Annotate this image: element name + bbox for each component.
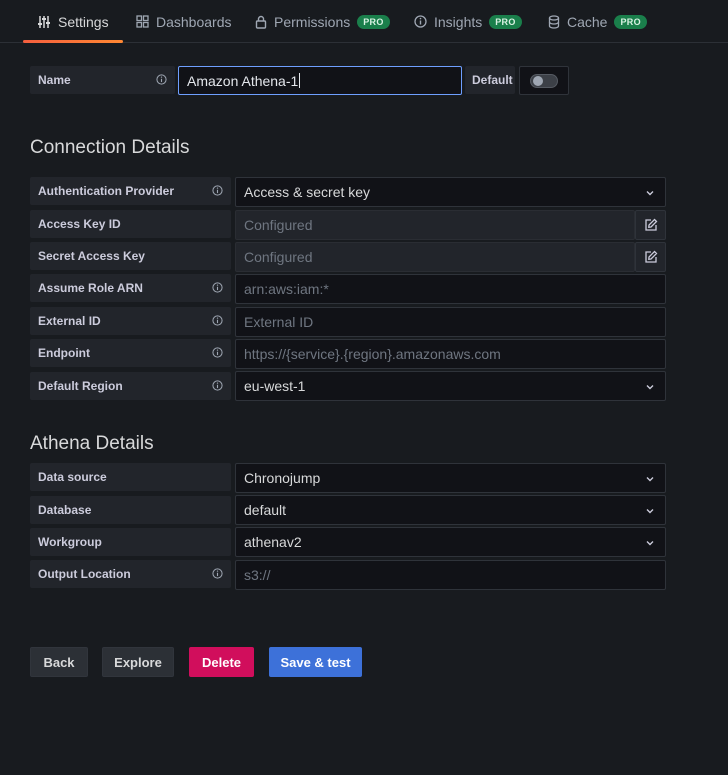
- default-region-value: eu-west-1: [244, 378, 306, 394]
- chevron-down-icon: [646, 477, 654, 482]
- database-icon: [548, 14, 560, 29]
- tab-label: Cache: [567, 13, 608, 30]
- endpoint-placeholder: https://{service}.{region}.amazonaws.com: [244, 346, 501, 362]
- chevron-down-icon: [646, 541, 654, 546]
- database-label-text: Database: [38, 503, 92, 517]
- tab-label: Insights: [434, 13, 483, 30]
- workgroup-label-text: Workgroup: [38, 535, 102, 549]
- pro-badge: PRO: [489, 14, 522, 29]
- info-icon[interactable]: [212, 347, 223, 358]
- workgroup-value: athenav2: [244, 534, 302, 550]
- back-button[interactable]: Back: [30, 647, 88, 677]
- data-source-label-text: Data source: [38, 470, 107, 484]
- output-location-label: Output Location: [30, 560, 231, 588]
- access-key-value: Configured: [244, 217, 313, 233]
- access-key-label: Access Key ID: [30, 210, 231, 238]
- info-icon[interactable]: [212, 380, 223, 391]
- tab-label: Permissions: [274, 13, 351, 30]
- data-source-select[interactable]: Chronojump: [235, 463, 666, 493]
- external-id-placeholder: External ID: [244, 314, 314, 330]
- tab-bar: Settings Dashboards Permissions PRO Insi…: [0, 0, 728, 43]
- delete-button[interactable]: Delete: [189, 647, 254, 677]
- output-location-input[interactable]: s3://: [235, 560, 666, 590]
- auth-provider-label-text: Authentication Provider: [38, 184, 175, 198]
- auth-provider-select[interactable]: Access & secret key: [235, 177, 666, 207]
- athena-details-title: Athena Details: [30, 433, 154, 454]
- tab-label: Dashboards: [156, 13, 232, 30]
- data-source-label: Data source: [30, 463, 231, 491]
- assume-role-placeholder: arn:aws:iam:*: [244, 281, 329, 297]
- edit-icon: [644, 218, 657, 231]
- assume-role-label-text: Assume Role ARN: [38, 281, 143, 295]
- workgroup-label: Workgroup: [30, 528, 231, 556]
- workgroup-select[interactable]: athenav2: [235, 527, 666, 557]
- default-toggle-box: [519, 66, 569, 95]
- endpoint-input[interactable]: https://{service}.{region}.amazonaws.com: [235, 339, 666, 369]
- info-icon[interactable]: [212, 282, 223, 293]
- auth-provider-label: Authentication Provider: [30, 177, 231, 205]
- text-caret: [299, 73, 301, 88]
- tab-settings[interactable]: Settings: [23, 0, 123, 43]
- secret-key-label-text: Secret Access Key: [38, 249, 145, 263]
- connection-details-title: Connection Details: [30, 137, 190, 158]
- endpoint-label: Endpoint: [30, 339, 231, 367]
- edit-icon: [644, 250, 657, 263]
- endpoint-label-text: Endpoint: [38, 346, 90, 360]
- access-key-label-text: Access Key ID: [38, 217, 121, 231]
- info-circle-icon: [414, 15, 427, 28]
- default-region-label: Default Region: [30, 372, 231, 400]
- info-icon[interactable]: [212, 185, 223, 196]
- tab-insights[interactable]: Insights PRO: [414, 0, 522, 43]
- database-value: default: [244, 502, 287, 518]
- sliders-icon: [38, 15, 50, 28]
- database-label: Database: [30, 496, 231, 524]
- external-id-input[interactable]: External ID: [235, 307, 666, 337]
- database-select[interactable]: default: [235, 495, 666, 525]
- name-label-text: Name: [38, 73, 71, 87]
- data-source-value: Chronojump: [244, 470, 321, 486]
- tab-dashboards[interactable]: Dashboards: [136, 0, 232, 43]
- edit-access-key-button[interactable]: [635, 210, 666, 240]
- apps-icon: [136, 15, 149, 28]
- tab-label: Settings: [58, 13, 109, 30]
- tab-permissions[interactable]: Permissions PRO: [255, 0, 390, 43]
- default-label-text: Default: [472, 73, 513, 87]
- chevron-down-icon: [646, 509, 654, 514]
- secret-key-value: Configured: [244, 249, 313, 265]
- external-id-label: External ID: [30, 307, 231, 335]
- info-icon[interactable]: [212, 315, 223, 326]
- chevron-down-icon: [646, 385, 654, 390]
- default-region-select[interactable]: eu-west-1: [235, 371, 666, 401]
- pro-badge: PRO: [614, 14, 647, 29]
- chevron-down-icon: [646, 191, 654, 196]
- assume-role-input[interactable]: arn:aws:iam:*: [235, 274, 666, 304]
- save-test-button[interactable]: Save & test: [269, 647, 362, 677]
- default-toggle[interactable]: [530, 73, 558, 88]
- default-label: Default: [465, 66, 515, 94]
- output-location-placeholder: s3://: [244, 567, 271, 583]
- assume-role-label: Assume Role ARN: [30, 274, 231, 302]
- tab-cache[interactable]: Cache PRO: [548, 0, 647, 43]
- info-icon[interactable]: [156, 74, 167, 85]
- access-key-input[interactable]: Configured: [235, 210, 635, 240]
- info-icon[interactable]: [212, 568, 223, 579]
- pro-badge: PRO: [357, 14, 390, 29]
- output-location-label-text: Output Location: [38, 567, 131, 581]
- explore-button[interactable]: Explore: [102, 647, 174, 677]
- secret-key-input[interactable]: Configured: [235, 242, 635, 272]
- name-label: Name: [30, 66, 175, 94]
- name-input-value: Amazon Athena-1: [187, 72, 299, 89]
- lock-icon: [255, 15, 267, 29]
- default-region-label-text: Default Region: [38, 379, 123, 393]
- secret-key-label: Secret Access Key: [30, 242, 231, 270]
- external-id-label-text: External ID: [38, 314, 101, 328]
- edit-secret-key-button[interactable]: [635, 242, 666, 272]
- name-input[interactable]: Amazon Athena-1: [178, 66, 462, 95]
- auth-provider-value: Access & secret key: [244, 184, 371, 200]
